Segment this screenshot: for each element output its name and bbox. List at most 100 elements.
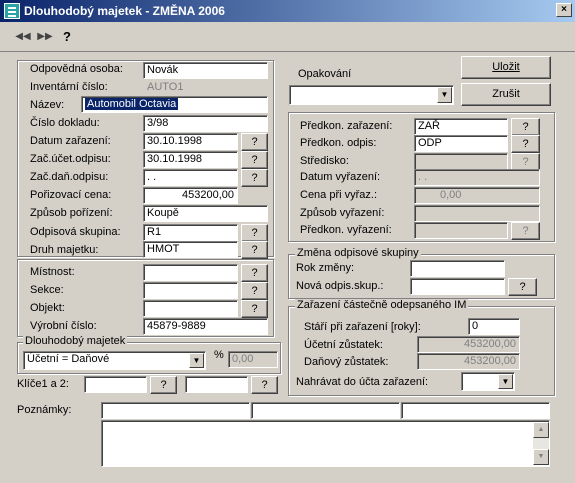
predkon-odp-label: Předkon. odpis:: [300, 137, 377, 149]
objekt-help-button[interactable]: ?: [241, 300, 268, 318]
klic2-help-button[interactable]: ?: [251, 376, 278, 394]
predkon-zar-help-button[interactable]: ?: [511, 118, 540, 136]
cena-vyr-label: Cena při vyřaz.:: [300, 189, 378, 201]
opakovani-select[interactable]: ▼: [289, 85, 454, 105]
sekce-help-button[interactable]: ?: [241, 282, 268, 300]
rok-label: Rok změny:: [296, 262, 355, 274]
datum-help-button[interactable]: ?: [241, 133, 268, 151]
ucetni-input: 453200,00: [417, 336, 520, 353]
zacdan-help-button[interactable]: ?: [241, 169, 268, 187]
stredisko-label: Středisko:: [300, 155, 349, 167]
zpusob-vyr-input: [414, 205, 540, 222]
mistnost-help-button[interactable]: ?: [241, 264, 268, 282]
zpusob-input[interactable]: Koupě: [143, 205, 268, 222]
mistnost-input[interactable]: [143, 264, 238, 281]
klic2-input[interactable]: [185, 376, 248, 393]
cislo-label: Číslo dokladu:: [30, 117, 100, 129]
predkon-odp-help-button[interactable]: ?: [511, 135, 540, 153]
danovy-input: 453200,00: [417, 353, 520, 370]
datum-label: Datum zařazení:: [30, 135, 111, 147]
scroll-up-icon[interactable]: ▲: [533, 422, 549, 438]
nahravat-select[interactable]: ▼: [461, 372, 515, 391]
druh-label: Druh majetku:: [30, 244, 99, 256]
cislo-input[interactable]: 3/98: [143, 115, 268, 132]
poznamky-label: Poznámky:: [17, 404, 72, 416]
help-icon[interactable]: ?: [60, 28, 74, 46]
zacdan-input[interactable]: . .: [143, 169, 238, 186]
zpusob-label: Způsob pořízení:: [30, 207, 113, 219]
first-record-icon[interactable]: ◀◀: [14, 28, 32, 46]
klic-label: Klíče1 a 2:: [17, 378, 69, 390]
cena-vyr-input: 0,00: [414, 187, 540, 204]
dm-select-arrow-icon[interactable]: ▼: [189, 353, 204, 368]
stari-input[interactable]: 0: [468, 318, 520, 335]
zacucet-help-button[interactable]: ?: [241, 151, 268, 169]
close-button[interactable]: ×: [556, 3, 572, 17]
objekt-input[interactable]: [143, 300, 238, 317]
poznamky-scrollbar[interactable]: ▲ ▼: [533, 422, 549, 465]
pct-symbol: %: [214, 349, 224, 361]
druh-input[interactable]: HMOT: [143, 241, 238, 258]
nova-help-button[interactable]: ?: [508, 278, 537, 296]
predkon-vyr-input: [414, 222, 508, 239]
odpisova-label: Odpisová skupina:: [30, 226, 121, 238]
poznamky-field1[interactable]: [101, 402, 250, 419]
nazev-input[interactable]: Automobil Octavia: [81, 96, 268, 113]
odpisova-input[interactable]: R1: [143, 224, 238, 241]
klic1-input[interactable]: [84, 376, 147, 393]
predkon-vyr-help-button: ?: [511, 222, 540, 240]
pct-input: 0,00: [228, 351, 278, 368]
zpusob-vyr-label: Způsob vyřazení:: [300, 207, 385, 219]
sekce-label: Sekce:: [30, 284, 64, 296]
scroll-down-icon[interactable]: ▼: [533, 449, 549, 465]
vyrobni-label: Výrobní číslo:: [30, 320, 97, 332]
nazev-value: Automobil Octavia: [85, 98, 179, 110]
zrusit-button[interactable]: Zrušit: [461, 83, 551, 106]
predkon-vyr-label: Předkon. vyřazení:: [300, 224, 392, 236]
danovy-label: Daňový zůstatek:: [304, 356, 389, 368]
predkon-odp-input[interactable]: ODP: [414, 135, 508, 152]
toolbar: ◀◀ ▶▶ ?: [0, 22, 575, 52]
nazev-label: Název:: [30, 99, 65, 111]
stari-label: Stáří při zařazení [roky]:: [304, 321, 421, 333]
predkon-zar-input[interactable]: ZAŘ: [414, 118, 508, 135]
zacdan-label: Zač.daň.odpisu:: [30, 171, 109, 183]
poznamky-field2[interactable]: [251, 402, 400, 419]
vyrobni-input[interactable]: 45879-9889: [143, 318, 268, 335]
dm-select[interactable]: Účetní = Daňové ▼: [23, 351, 206, 370]
ulozit-button[interactable]: Uložit: [461, 56, 551, 79]
predkon-zar-label: Předkon. zařazení:: [300, 120, 393, 132]
zacucet-label: Zač.účet.odpisu:: [30, 153, 111, 165]
datum-input[interactable]: 30.10.1998: [143, 133, 238, 150]
nova-input[interactable]: [410, 278, 505, 295]
objekt-label: Objekt:: [30, 302, 65, 314]
odpisova-help-button[interactable]: ?: [241, 224, 268, 242]
datum-vyr-label: Datum vyřazení:: [300, 171, 381, 183]
nahravat-arrow-icon[interactable]: ▼: [498, 374, 513, 389]
poznamky-field3[interactable]: [401, 402, 550, 419]
mistnost-label: Místnost:: [30, 266, 75, 278]
nahravat-label: Nahrávat do účta zařazení:: [296, 376, 429, 388]
app-icon: [4, 3, 20, 19]
inventarni-input: AUTO1: [143, 79, 268, 96]
ucetni-label: Účetní zůstatek:: [304, 339, 383, 351]
window-title: Dlouhodobý majetek - ZMĚNA 2006: [24, 4, 225, 18]
porizovaci-input[interactable]: 453200,00: [143, 187, 238, 204]
druh-help-button[interactable]: ?: [241, 241, 268, 259]
sekce-input[interactable]: [143, 282, 238, 299]
odpovedna-input[interactable]: Novák: [143, 62, 268, 79]
datum-vyr-input: . .: [414, 169, 540, 186]
zarazeni-group-title: Zařazení částečně odepsaného IM: [295, 299, 469, 311]
poznamky-textarea[interactable]: [101, 420, 550, 467]
rok-input[interactable]: [410, 260, 505, 277]
opakovani-label: Opakování: [298, 68, 352, 80]
porizovaci-label: Pořizovací cena:: [30, 189, 112, 201]
klic1-help-button[interactable]: ?: [150, 376, 177, 394]
nova-label: Nová odpis.skup.:: [296, 280, 384, 292]
title-bar: Dlouhodobý majetek - ZMĚNA 2006 ×: [0, 0, 575, 22]
next-record-icon[interactable]: ▶▶: [36, 28, 54, 46]
ulozit-label: Uložit: [492, 61, 520, 73]
zacucet-input[interactable]: 30.10.1998: [143, 151, 238, 168]
dm-group-title: Dlouhodobý majetek: [23, 335, 128, 347]
opakovani-arrow-icon[interactable]: ▼: [437, 87, 452, 103]
